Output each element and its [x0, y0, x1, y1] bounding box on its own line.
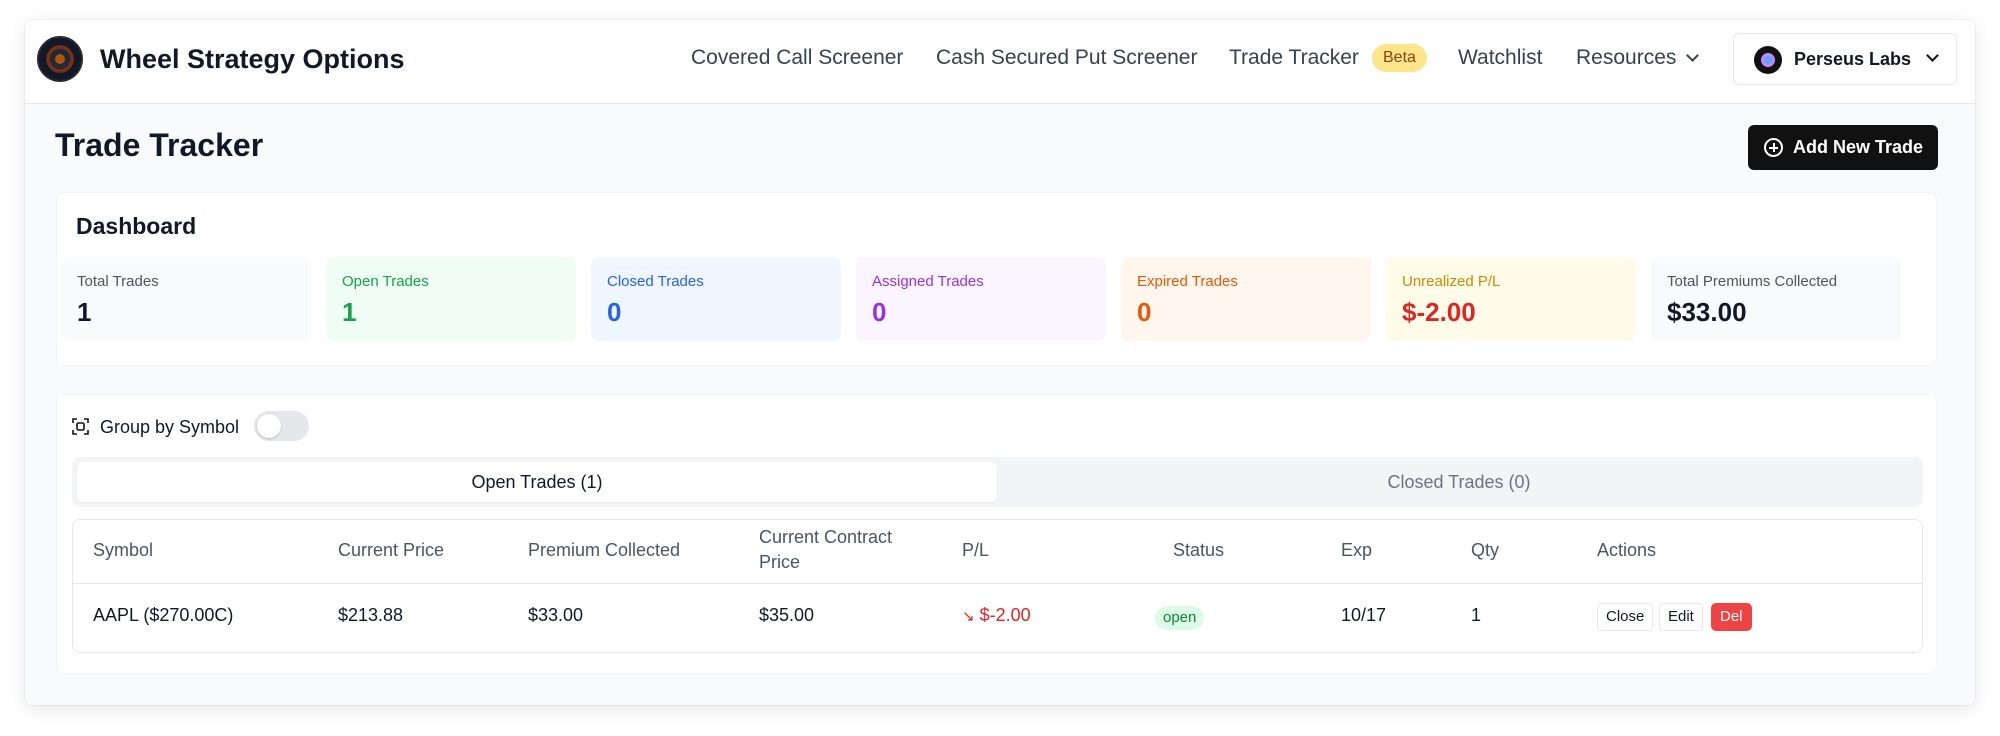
add-new-trade-button[interactable]: Add New Trade	[1748, 125, 1938, 170]
beta-badge: Beta	[1372, 44, 1427, 72]
stat-expired-trades: Expired Trades 0	[1121, 257, 1371, 341]
account-avatar	[1754, 46, 1782, 74]
toggle-knob	[257, 414, 281, 438]
stat-total-trades: Total Trades 1	[61, 257, 311, 341]
tab-open-trades[interactable]: Open Trades (1)	[77, 462, 997, 502]
cell-premium-collected: $33.00	[528, 605, 584, 625]
brand-logo-icon[interactable]	[37, 36, 83, 82]
column-header[interactable]: Premium Collected	[528, 538, 680, 563]
stat-value: $33.00	[1667, 297, 1747, 327]
pl-value: $-2.00	[979, 605, 1031, 625]
column-header[interactable]: Symbol	[93, 538, 153, 563]
column-header[interactable]: Current Price	[338, 538, 444, 563]
trend-down-icon: ↘	[962, 608, 975, 625]
brand-name[interactable]: Wheel Strategy Options	[100, 44, 405, 75]
nav-trade-tracker[interactable]: Trade Tracker	[1229, 46, 1359, 70]
column-header[interactable]: Status	[1173, 538, 1224, 563]
edit-trade-button[interactable]: Edit	[1659, 603, 1703, 631]
cell-symbol: AAPL ($270.00C)	[93, 605, 234, 625]
nav-cash-secured-put-screener[interactable]: Cash Secured Put Screener	[936, 46, 1197, 70]
column-header: Actions	[1597, 540, 1657, 560]
group-by-symbol-toggle[interactable]	[254, 411, 309, 441]
stat-value: 1	[77, 297, 92, 327]
nav-covered-call-screener[interactable]: Covered Call Screener	[691, 46, 903, 70]
cell-pl: ↘ $-2.00	[962, 605, 1031, 626]
stat-value: 0	[872, 297, 887, 327]
stat-label: Assigned Trades	[872, 273, 984, 290]
cell-qty: 1	[1471, 605, 1482, 625]
stat-open-trades: Open Trades 1	[326, 257, 576, 341]
column-header[interactable]: Qty	[1471, 538, 1499, 563]
stat-unrealized-pl: Unrealized P/L $-2.00	[1386, 257, 1636, 341]
dashboard-card: Dashboard Total Trades 1 Open Trades 1 C…	[56, 192, 1937, 366]
plus-circle-icon	[1764, 138, 1783, 157]
nav-resources-label: Resources	[1576, 46, 1677, 69]
status-badge: open	[1155, 606, 1205, 630]
group-by-symbol-label: Group by Symbol	[100, 417, 240, 437]
trades-card: Group by Symbol Open Trades (1) Closed T…	[56, 394, 1937, 674]
stat-assigned-trades: Assigned Trades 0	[856, 257, 1106, 341]
stat-label: Unrealized P/L	[1402, 273, 1501, 290]
stat-label: Closed Trades	[607, 273, 704, 290]
chevron-down-icon	[1686, 49, 1700, 62]
stat-label: Expired Trades	[1137, 273, 1238, 290]
account-menu-button[interactable]: Perseus Labs	[1733, 33, 1957, 85]
stat-closed-trades: Closed Trades 0	[591, 257, 841, 341]
account-name: Perseus Labs	[1794, 49, 1912, 69]
top-navigation-bar: Wheel Strategy Options Covered Call Scre…	[25, 20, 1975, 104]
page-title: Trade Tracker	[55, 127, 264, 163]
add-new-trade-label: Add New Trade	[1793, 137, 1924, 157]
delete-trade-button[interactable]: Del	[1711, 603, 1752, 631]
app-window: Wheel Strategy Options Covered Call Scre…	[25, 20, 1975, 705]
cell-current-price: $213.88	[338, 605, 404, 625]
chevron-down-icon	[1926, 49, 1939, 62]
trades-table: Symbol Current Price Premium Collected C…	[72, 519, 1923, 653]
nav-watchlist[interactable]: Watchlist	[1458, 46, 1542, 70]
cell-exp: 10/17	[1341, 605, 1387, 625]
nav-resources[interactable]: Resources	[1576, 46, 1700, 70]
stat-value: $-2.00	[1402, 297, 1476, 327]
stat-value: 1	[342, 297, 357, 327]
stat-label: Total Premiums Collected	[1667, 273, 1838, 290]
divider	[73, 583, 1922, 584]
column-header[interactable]: Exp	[1341, 538, 1372, 563]
tab-closed-trades[interactable]: Closed Trades (0)	[1000, 462, 1918, 502]
group-scan-icon	[72, 418, 89, 435]
stat-value: 0	[1137, 297, 1152, 327]
trade-tabs: Open Trades (1) Closed Trades (0)	[72, 457, 1923, 507]
stat-label: Total Trades	[77, 273, 159, 290]
stat-total-premiums: Total Premiums Collected $33.00	[1651, 257, 1901, 341]
column-header[interactable]: P/L	[962, 538, 989, 563]
close-trade-button[interactable]: Close	[1597, 603, 1654, 631]
cell-current-contract-price: $35.00	[759, 605, 815, 625]
stat-label: Open Trades	[342, 273, 429, 290]
dashboard-title: Dashboard	[76, 213, 197, 239]
column-header[interactable]: Current Contract Price	[759, 525, 919, 575]
stat-value: 0	[607, 297, 622, 327]
